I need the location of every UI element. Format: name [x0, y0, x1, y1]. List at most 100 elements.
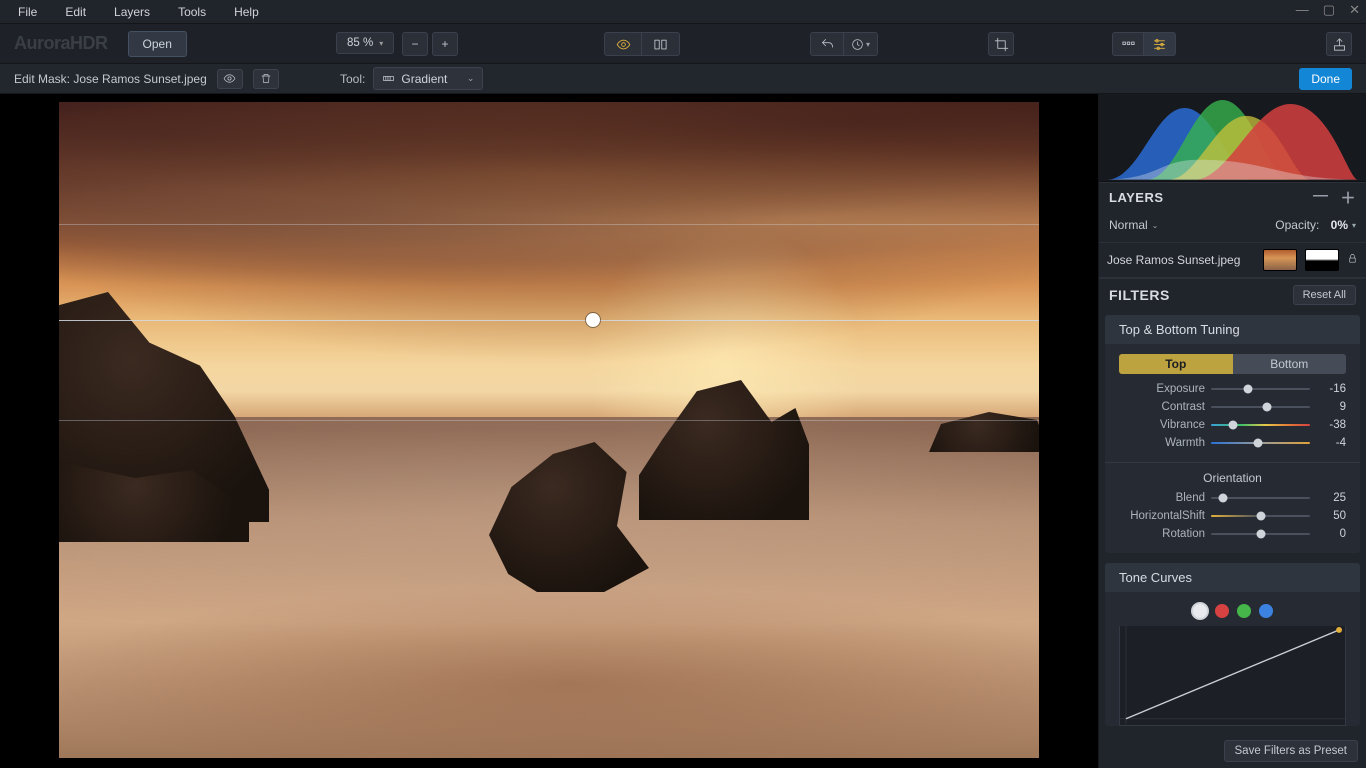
export-button[interactable] [1326, 32, 1352, 56]
slider-label: Vibrance [1119, 419, 1205, 431]
reset-all-button[interactable]: Reset All [1293, 285, 1356, 305]
slider-knob[interactable] [1256, 512, 1265, 521]
panel-mode-group [1112, 32, 1176, 56]
presets-icon [1121, 37, 1136, 52]
filters-title: FILTERS [1109, 287, 1170, 303]
crop-button[interactable] [988, 32, 1014, 56]
slider-track[interactable] [1211, 442, 1310, 444]
histogram[interactable] [1099, 94, 1366, 182]
updown-icon: ⌄ [467, 73, 475, 84]
slider-exposure[interactable]: Exposure -16 [1105, 380, 1360, 398]
zoom-in-button[interactable]: + [432, 32, 458, 56]
gradient-guide-center[interactable] [59, 320, 1039, 321]
slider-track[interactable] [1211, 515, 1310, 517]
eye-icon [616, 37, 631, 52]
zoom-value: 85 % [347, 37, 373, 49]
slider-knob[interactable] [1253, 439, 1262, 448]
slider-knob[interactable] [1228, 421, 1237, 430]
slider-blend[interactable]: Blend 25 [1105, 489, 1360, 507]
histogram-graphic [1099, 94, 1366, 182]
menu-file[interactable]: File [4, 1, 51, 23]
window-close-icon[interactable]: ✕ [1349, 2, 1360, 18]
quick-preview-button[interactable] [604, 32, 642, 56]
slider-knob[interactable] [1243, 385, 1252, 394]
orientation-sliders: Blend 25 HorizontalShift 50 Rotation 0 [1105, 489, 1360, 553]
tone-curve-editor[interactable] [1119, 626, 1346, 726]
canvas-viewport[interactable] [0, 94, 1098, 768]
adjust-panel-button[interactable] [1144, 32, 1176, 56]
blend-mode-dropdown[interactable]: Normal⌄ [1109, 218, 1158, 232]
tool-dropdown[interactable]: Gradient ⌄ [373, 67, 483, 90]
slider-horizontalshift[interactable]: HorizontalShift 50 [1105, 507, 1360, 525]
add-layer-button[interactable]: ＋ [1340, 187, 1356, 208]
layer-thumbnail[interactable] [1263, 249, 1297, 271]
mask-delete-button[interactable] [253, 69, 279, 89]
eye-icon [223, 71, 236, 86]
presets-panel-button[interactable] [1112, 32, 1144, 56]
slider-label: Rotation [1119, 528, 1205, 540]
slider-track[interactable] [1211, 533, 1310, 535]
layer-row[interactable]: Jose Ramos Sunset.jpeg [1099, 242, 1366, 278]
remove-layer-button[interactable]: — [1313, 187, 1329, 208]
channel-red[interactable] [1215, 604, 1229, 618]
menu-layers[interactable]: Layers [100, 1, 164, 23]
main-toolbar: AuroraHDR Open 85 % ▾ − + ▾ [0, 24, 1366, 64]
mask-visibility-button[interactable] [217, 69, 243, 89]
tab-bottom[interactable]: Bottom [1233, 354, 1347, 374]
image-canvas[interactable] [59, 102, 1039, 758]
slider-knob[interactable] [1263, 403, 1272, 412]
compare-icon [653, 37, 668, 52]
menu-help[interactable]: Help [220, 1, 273, 23]
channel-luma[interactable] [1193, 604, 1207, 618]
slider-track[interactable] [1211, 424, 1310, 426]
gradient-guide-bottom[interactable] [59, 420, 1039, 421]
edit-mask-label: Edit Mask: Jose Ramos Sunset.jpeg [14, 72, 207, 86]
slider-knob[interactable] [1218, 494, 1227, 503]
gradient-handle[interactable] [586, 313, 600, 327]
zoom-dropdown[interactable]: 85 % ▾ [336, 32, 394, 54]
tab-top[interactable]: Top [1119, 354, 1233, 374]
slider-vibrance[interactable]: Vibrance -38 [1105, 416, 1360, 434]
channel-blue[interactable] [1259, 604, 1273, 618]
tone-curves-header[interactable]: Tone Curves [1105, 563, 1360, 592]
slider-track[interactable] [1211, 406, 1310, 408]
slider-track[interactable] [1211, 388, 1310, 390]
tbt-header[interactable]: Top & Bottom Tuning [1105, 315, 1360, 344]
gradient-guide-top[interactable] [59, 224, 1039, 225]
slider-track[interactable] [1211, 497, 1310, 499]
tone-curves-card: Tone Curves [1105, 563, 1360, 726]
slider-knob[interactable] [1256, 530, 1265, 539]
main-area: LAYERS — ＋ Normal⌄ Opacity: 0%▾ Jose Ram… [0, 94, 1366, 768]
chevron-down-icon: ▾ [379, 39, 383, 48]
done-button[interactable]: Done [1299, 68, 1352, 90]
clock-icon [851, 37, 864, 52]
tone-channel-picker [1105, 592, 1360, 626]
zoom-out-button[interactable]: − [402, 32, 428, 56]
save-preset-button[interactable]: Save Filters as Preset [1224, 740, 1358, 762]
window-minimize-icon[interactable]: — [1296, 2, 1309, 18]
lock-icon[interactable] [1347, 251, 1358, 269]
layers-title: LAYERS [1109, 190, 1164, 205]
slider-contrast[interactable]: Contrast 9 [1105, 398, 1360, 416]
slider-rotation[interactable]: Rotation 0 [1105, 525, 1360, 543]
opacity-dropdown[interactable]: Opacity: 0%▾ [1275, 218, 1356, 232]
crop-icon [994, 37, 1009, 52]
slider-warmth[interactable]: Warmth -4 [1105, 434, 1360, 452]
menu-edit[interactable]: Edit [51, 1, 100, 23]
menu-tools[interactable]: Tools [164, 1, 220, 23]
channel-green[interactable] [1237, 604, 1251, 618]
open-button[interactable]: Open [128, 31, 187, 57]
tool-value: Gradient [401, 72, 447, 86]
slider-label: Contrast [1119, 401, 1205, 413]
slider-value: -38 [1316, 419, 1346, 431]
slider-label: Warmth [1119, 437, 1205, 449]
layer-mask-thumbnail[interactable] [1305, 249, 1339, 271]
slider-label: HorizontalShift [1119, 510, 1205, 522]
undo-button[interactable] [810, 32, 844, 56]
history-dropdown[interactable]: ▾ [844, 32, 878, 56]
curve-graphic [1120, 626, 1345, 725]
rock-illustration [639, 380, 809, 520]
compare-button[interactable] [642, 32, 680, 56]
window-maximize-icon[interactable]: ▢ [1323, 2, 1335, 18]
mask-edit-bar: Edit Mask: Jose Ramos Sunset.jpeg Tool: … [0, 64, 1366, 94]
